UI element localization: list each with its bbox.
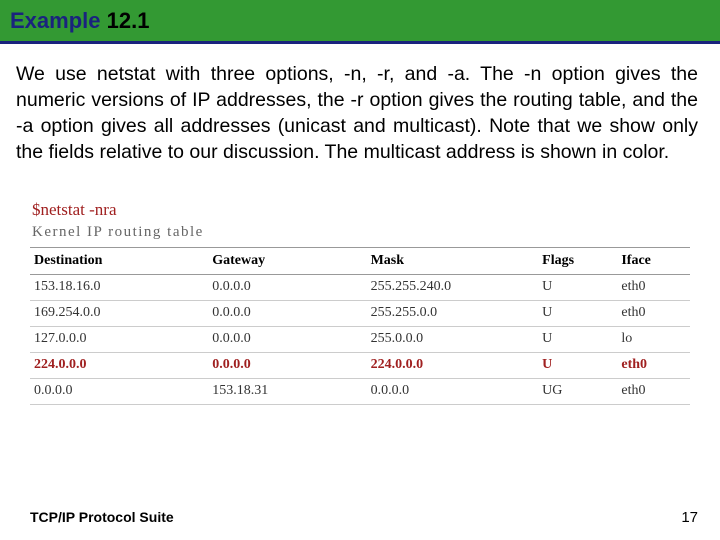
cell-iface: eth0 (617, 300, 690, 326)
cell-mask: 224.0.0.0 (367, 352, 539, 378)
slide-header: Example 12.1 (0, 0, 720, 44)
cell-mask: 255.255.0.0 (367, 300, 539, 326)
footer-page-number: 17 (681, 509, 698, 526)
cell-mask: 255.255.240.0 (367, 274, 539, 300)
cell-flags: U (538, 352, 617, 378)
cell-dest: 224.0.0.0 (30, 352, 208, 378)
routing-table-block: $netstat -nra Kernel IP routing table De… (30, 200, 690, 405)
cell-dest: 127.0.0.0 (30, 326, 208, 352)
table-body: 153.18.16.0 0.0.0.0 255.255.240.0 U eth0… (30, 274, 690, 404)
table-row-multicast: 224.0.0.0 0.0.0.0 224.0.0.0 U eth0 (30, 352, 690, 378)
routing-table: Destination Gateway Mask Flags Iface 153… (30, 247, 690, 405)
col-flags: Flags (538, 247, 617, 274)
body-paragraph: We use netstat with three options, -n, -… (0, 44, 720, 176)
slide-footer: TCP/IP Protocol Suite 17 (0, 509, 720, 526)
col-mask: Mask (367, 247, 539, 274)
table-row: 169.254.0.0 0.0.0.0 255.255.0.0 U eth0 (30, 300, 690, 326)
col-destination: Destination (30, 247, 208, 274)
cell-flags: UG (538, 378, 617, 404)
cell-gw: 0.0.0.0 (208, 352, 366, 378)
title-number: 12.1 (107, 8, 150, 33)
col-iface: Iface (617, 247, 690, 274)
cell-iface: eth0 (617, 274, 690, 300)
cell-iface: eth0 (617, 378, 690, 404)
slide-title: Example 12.1 (10, 8, 149, 34)
table-header-row: Destination Gateway Mask Flags Iface (30, 247, 690, 274)
cell-dest: 0.0.0.0 (30, 378, 208, 404)
title-prefix: Example (10, 8, 101, 33)
table-row: 127.0.0.0 0.0.0.0 255.0.0.0 U lo (30, 326, 690, 352)
col-gateway: Gateway (208, 247, 366, 274)
cell-dest: 169.254.0.0 (30, 300, 208, 326)
command-line: $netstat -nra (30, 200, 690, 220)
cell-gw: 0.0.0.0 (208, 326, 366, 352)
cell-gw: 0.0.0.0 (208, 274, 366, 300)
cell-iface: eth0 (617, 352, 690, 378)
cell-gw: 0.0.0.0 (208, 300, 366, 326)
cell-mask: 255.0.0.0 (367, 326, 539, 352)
cell-iface: lo (617, 326, 690, 352)
cell-flags: U (538, 300, 617, 326)
cell-flags: U (538, 274, 617, 300)
cell-gw: 153.18.31 (208, 378, 366, 404)
table-title: Kernel IP routing table (30, 224, 690, 241)
cell-dest: 153.18.16.0 (30, 274, 208, 300)
footer-left: TCP/IP Protocol Suite (30, 509, 174, 525)
cell-mask: 0.0.0.0 (367, 378, 539, 404)
table-row: 153.18.16.0 0.0.0.0 255.255.240.0 U eth0 (30, 274, 690, 300)
cell-flags: U (538, 326, 617, 352)
table-row: 0.0.0.0 153.18.31 0.0.0.0 UG eth0 (30, 378, 690, 404)
